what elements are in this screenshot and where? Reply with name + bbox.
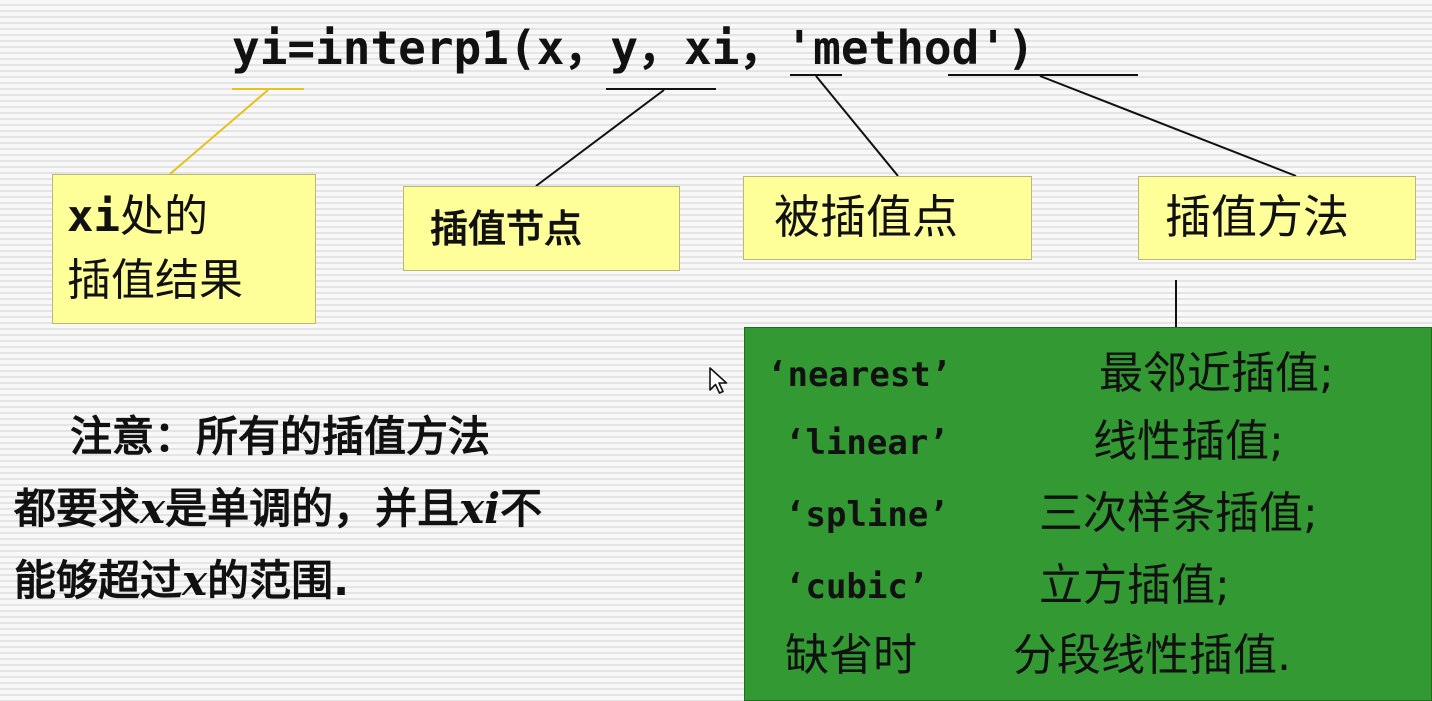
connector-nodes [535,89,665,187]
note-line-2-b: 是单调的，并且 [165,484,460,533]
callout-points-label: 被插值点 [774,190,958,244]
callout-result-line1: xi处的 [67,187,208,247]
formula-sep-2: ， [638,21,685,75]
method-key: 缺省时 [785,630,917,681]
callout-result-var: xi [67,191,120,242]
mouse-cursor-icon [709,367,728,394]
formula: yi=interp1(x，y，xi，'method') [232,18,1035,78]
method-desc: 分段线性插值. [1013,630,1291,681]
note-line-2-c: 不 [500,484,543,533]
connector-result [169,89,269,175]
method-key: ‘nearest’ [767,355,952,395]
underline-x-y [606,88,716,90]
method-desc: 最邻近插值; [1099,348,1334,399]
note-line-2: 都要求x是单调的，并且xi不 [14,480,542,538]
note-line-3-a: 能够超过 [14,556,183,605]
callout-nodes: 插值节点 [403,186,680,271]
method-desc: 三次样条插值; [1039,488,1318,539]
formula-sep-1: ， [564,21,611,75]
callout-result: xi处的 插值结果 [52,174,316,324]
note-line-3-x: x [182,556,208,605]
callout-method-label: 插值方法 [1165,190,1349,244]
note-line-2-x: x [140,484,166,533]
formula-call: =interp1( [287,21,537,75]
callout-method: 插值方法 [1138,176,1416,260]
method-key: ‘spline’ [785,495,949,535]
connector-points [815,75,899,177]
method-desc: 立方插值; [1039,560,1230,611]
formula-xi: xi [684,21,740,75]
formula-x: x [536,21,565,75]
formula-close: ) [1007,21,1035,75]
underline-xi [790,74,842,76]
note-line-3: 能够超过x的范围. [14,552,349,610]
formula-sep-3: ， [739,21,786,75]
callout-points: 被插值点 [743,176,1032,260]
underline-method [948,74,1138,76]
underline-yi [232,88,304,90]
method-desc: 线性插值; [1093,416,1284,467]
method-key: ‘cubic’ [785,567,929,607]
callout-nodes-label: 插值节点 [430,207,583,251]
callout-result-line2: 插值结果 [67,255,243,306]
methods-panel: ‘nearest’ 最邻近插值; ‘linear’ 线性插值; ‘spline’… [744,327,1432,701]
connector-method [1039,75,1297,177]
formula-method: 'method' [785,21,1007,75]
formula-y: y [610,21,639,75]
note-line-2-xi: xi [459,484,501,533]
formula-yi: yi [232,21,288,75]
note-line-2-a: 都要求 [14,484,141,533]
method-key: ‘linear’ [785,423,949,463]
note-line-1: 注意：所有的插值方法 [70,412,491,461]
note-line-3-b: 的范围. [207,556,350,605]
callout-result-line1-rest: 处的 [119,191,208,242]
